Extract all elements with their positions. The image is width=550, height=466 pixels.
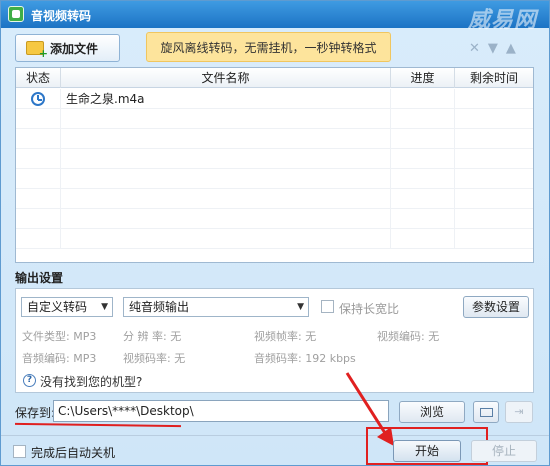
export-button[interactable]: ⇥ — [505, 401, 533, 423]
spec-video-fps: 视频帧率: 无 — [254, 330, 317, 343]
list-tools: ✕ ▼ ▲ — [469, 41, 516, 56]
transcode-window: 音视频转码 威易网 添加文件 旋风离线转码，无需挂机，一秒钟转格式 ✕ ▼ ▲ … — [0, 0, 550, 466]
keep-ratio-label: 保持长宽比 — [339, 302, 400, 316]
start-button[interactable]: 开始 — [393, 440, 461, 462]
progress-cell — [391, 89, 455, 109]
table-header: 状态 文件名称 进度 剩余时间 — [16, 68, 533, 88]
spec-resolution: 分 辨 率: 无 — [123, 330, 182, 343]
spec-file-type: 文件类型: MP3 — [22, 330, 97, 343]
folder-icon — [480, 408, 493, 417]
table-row — [16, 109, 533, 129]
output-settings-panel: 自定义转码 ▼ 纯音频输出 ▼ 保持长宽比 参数设置 文件类型: MP3 分 辨… — [15, 288, 534, 393]
save-path-input[interactable]: C:\Users\****\Desktop\ — [53, 400, 389, 422]
export-icon: ⇥ — [514, 405, 524, 418]
spec-audio-codec: 音频编码: MP3 — [22, 352, 97, 365]
column-header-status[interactable]: 状态 — [16, 68, 61, 88]
add-file-label: 添加文件 — [50, 41, 99, 56]
file-table[interactable]: 状态 文件名称 进度 剩余时间 生命之泉.m4a — [15, 67, 534, 263]
keep-ratio-checkbox[interactable] — [321, 300, 334, 313]
add-folder-icon — [26, 41, 48, 60]
table-row — [16, 149, 533, 169]
open-folder-button[interactable] — [473, 401, 499, 423]
table-row — [16, 129, 533, 149]
device-help-link[interactable]: 没有找到您的机型? — [40, 373, 142, 390]
auto-shutdown-checkbox[interactable] — [13, 445, 26, 458]
profile-select[interactable]: 自定义转码 ▼ — [21, 297, 113, 317]
save-to-label: 保存到: — [15, 406, 56, 420]
output-settings-title: 输出设置 — [15, 271, 64, 285]
arrow-down-icon[interactable]: ▼ — [488, 41, 498, 56]
mode-select-value: 纯音频输出 — [129, 300, 190, 314]
window-title: 音视频转码 — [31, 9, 92, 23]
column-header-name[interactable]: 文件名称 — [61, 68, 391, 88]
watermark-logo: 威易网 — [467, 8, 537, 33]
param-settings-button[interactable]: 参数设置 — [463, 296, 529, 318]
table-row — [16, 189, 533, 209]
column-header-remaining[interactable]: 剩余时间 — [455, 68, 533, 88]
chevron-down-icon: ▼ — [297, 302, 304, 312]
promo-banner-text: 旋风离线转码，无需挂机，一秒钟转格式 — [160, 40, 377, 55]
column-header-progress[interactable]: 进度 — [391, 68, 455, 88]
stop-button[interactable]: 停止 — [471, 440, 537, 462]
title-bar[interactable]: 音视频转码 威易网 — [1, 1, 549, 33]
annotation-underline — [14, 422, 182, 428]
spec-video-codec: 视频编码: 无 — [377, 330, 440, 343]
profile-select-value: 自定义转码 — [27, 300, 88, 314]
chevron-down-icon: ▼ — [101, 302, 108, 312]
close-icon[interactable]: ✕ — [469, 41, 480, 56]
remaining-cell — [455, 89, 533, 109]
help-icon: ? — [23, 374, 36, 387]
clock-icon — [31, 92, 45, 106]
spec-audio-bitrate: 音频码率: 192 kbps — [254, 352, 356, 365]
table-row — [16, 229, 533, 249]
file-name-cell: 生命之泉.m4a — [61, 89, 391, 109]
auto-shutdown-label: 完成后自动关机 — [31, 446, 116, 460]
promo-banner[interactable]: 旋风离线转码，无需挂机，一秒钟转格式 — [146, 32, 391, 62]
app-icon — [8, 6, 24, 22]
status-cell — [16, 89, 61, 109]
mode-select[interactable]: 纯音频输出 ▼ — [123, 297, 309, 317]
table-row[interactable]: 生命之泉.m4a — [16, 89, 533, 109]
arrow-up-icon[interactable]: ▲ — [506, 41, 516, 56]
spec-video-bitrate: 视频码率: 无 — [123, 352, 186, 365]
table-row — [16, 169, 533, 189]
add-file-button[interactable]: 添加文件 — [15, 34, 120, 62]
table-row — [16, 209, 533, 229]
browse-button[interactable]: 浏览 — [399, 401, 465, 423]
